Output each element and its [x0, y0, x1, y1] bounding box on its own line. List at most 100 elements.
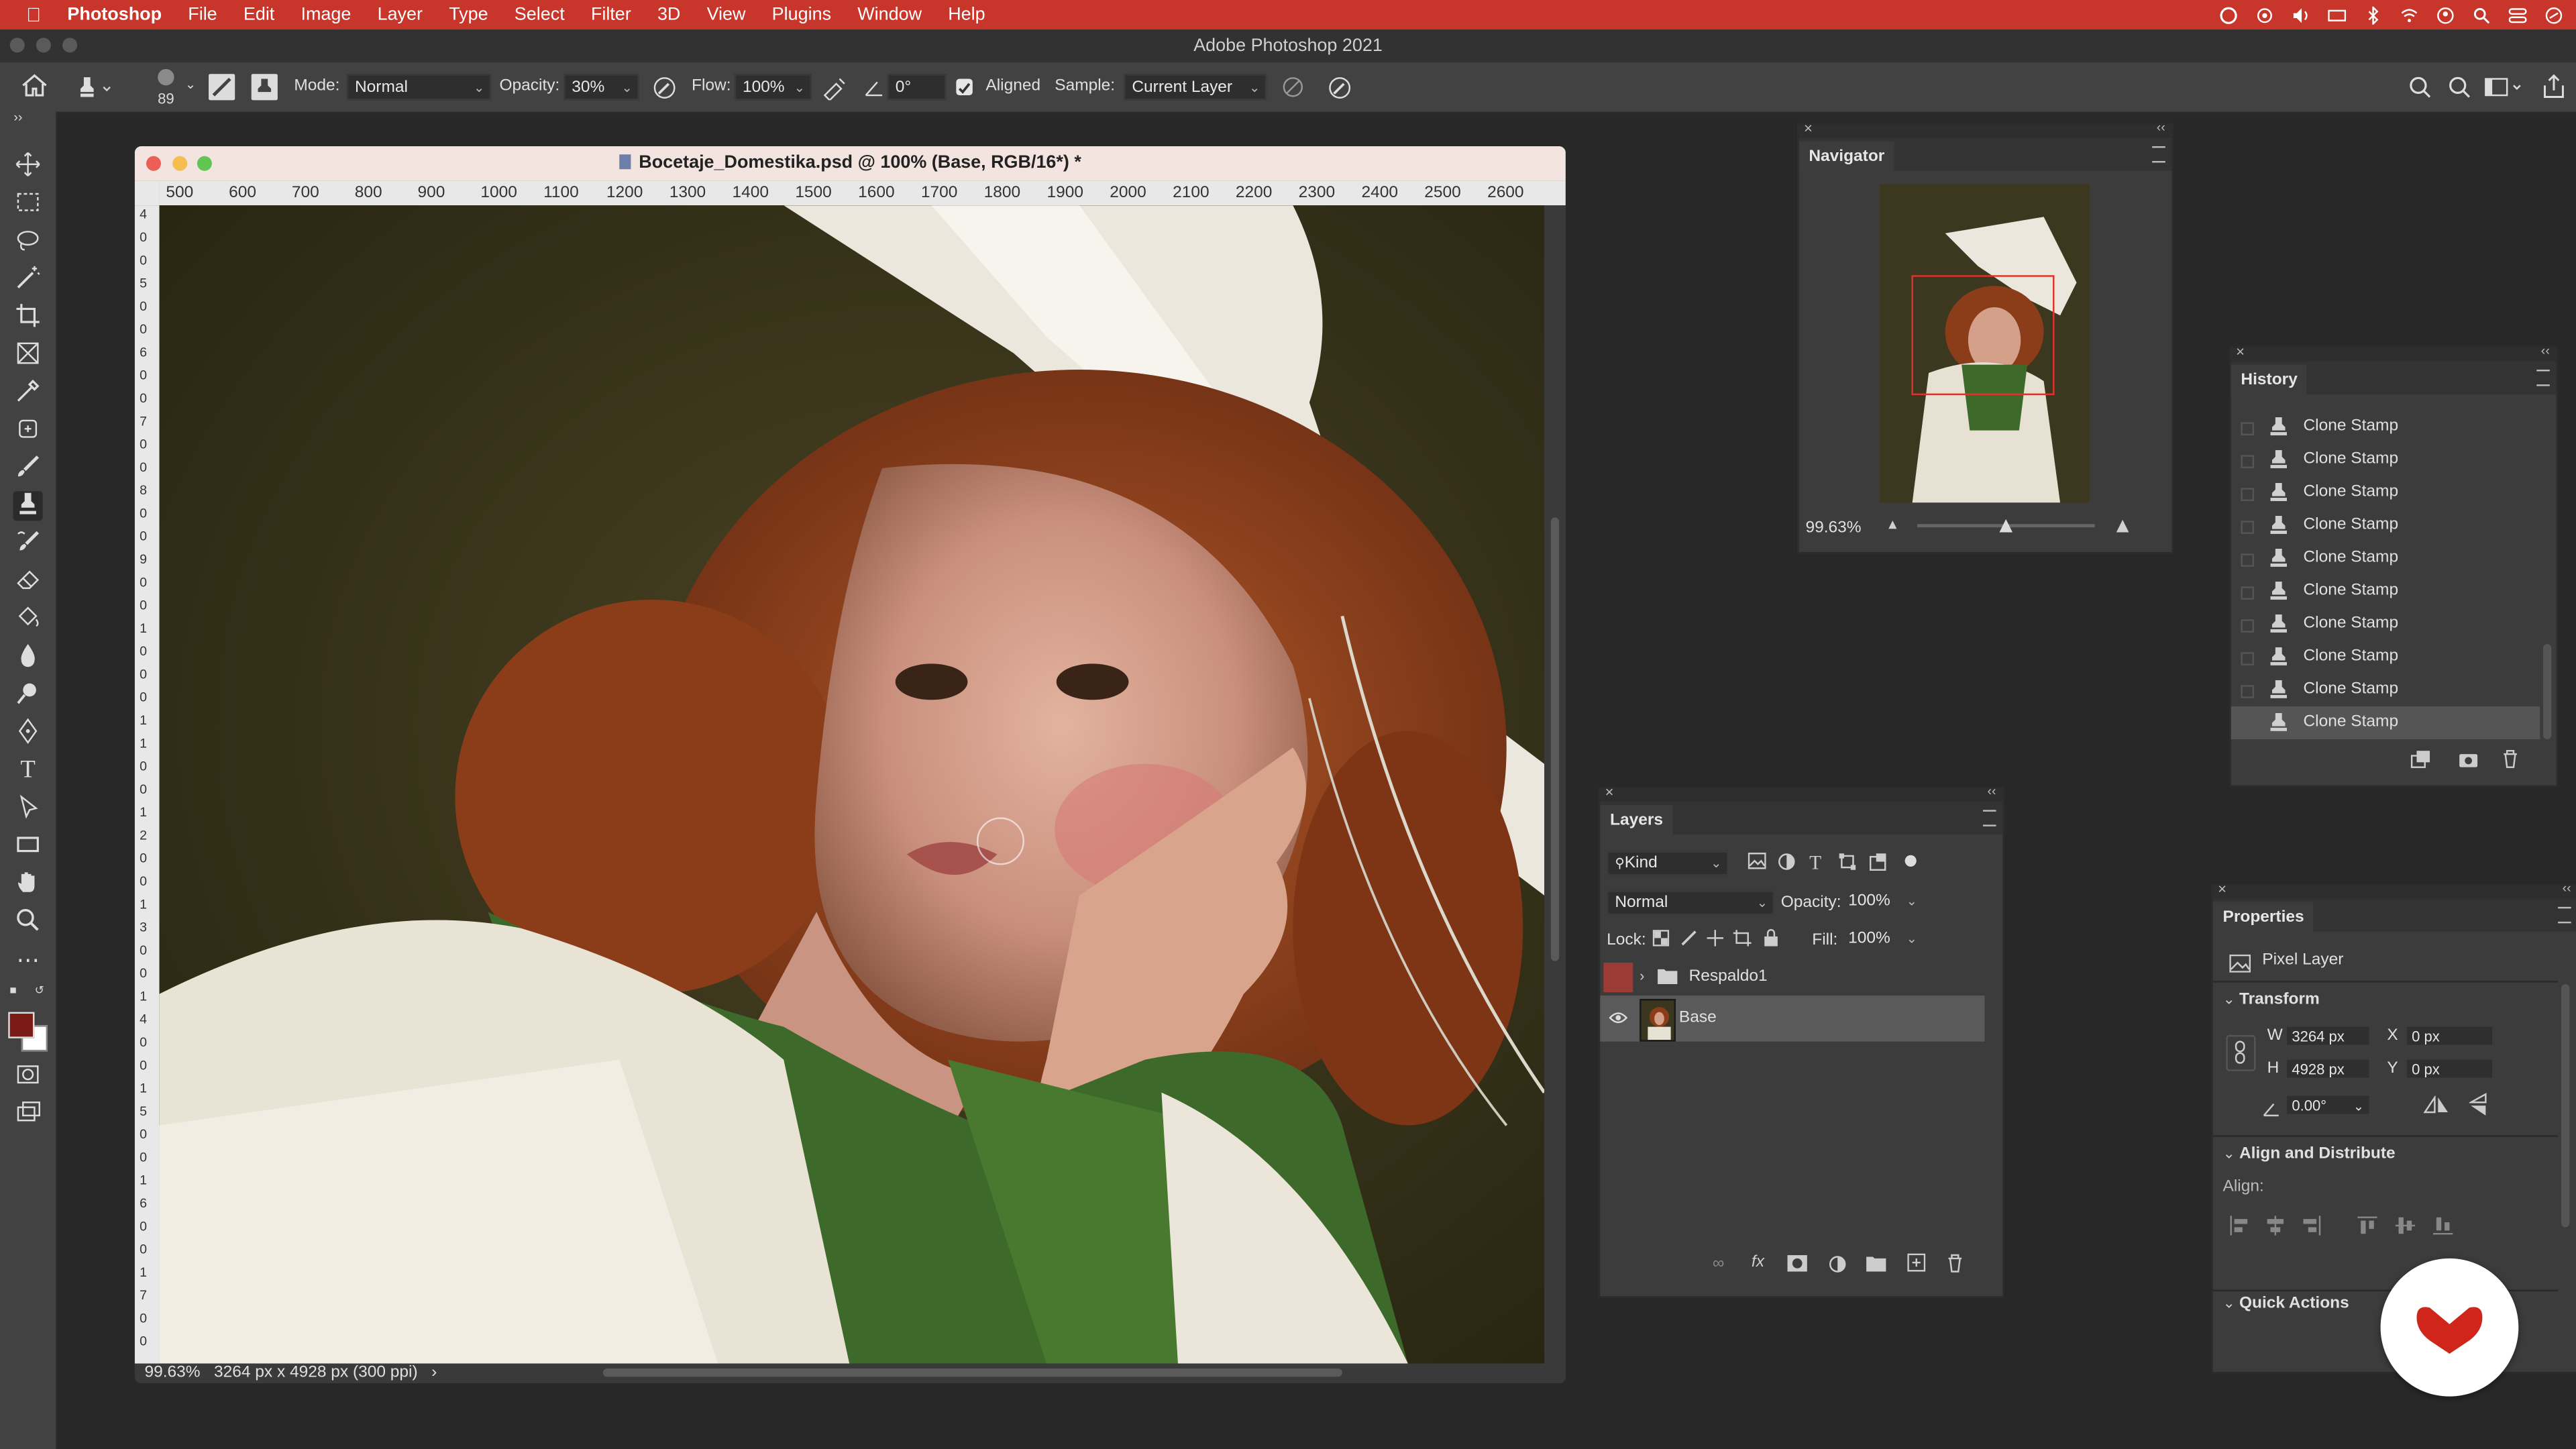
- navigator-zoom-value[interactable]: 99.63%: [1805, 519, 1861, 537]
- lock-artboard-icon[interactable]: [1733, 930, 1752, 951]
- spot-healing-brush-tool-icon[interactable]: [13, 416, 43, 445]
- bluetooth-icon[interactable]: [2364, 4, 2382, 25]
- ignore-adjustment-layers-icon[interactable]: [1280, 76, 1306, 104]
- history-tab[interactable]: History: [2231, 364, 2308, 398]
- menu-type[interactable]: Type: [436, 5, 502, 24]
- delete-layer-icon[interactable]: [1943, 1254, 1966, 1279]
- document-vertical-scrollbar[interactable]: [1544, 205, 1566, 1364]
- layers-tab[interactable]: Layers: [1600, 805, 1673, 838]
- ruler-origin[interactable]: [134, 180, 160, 206]
- path-selection-tool-icon[interactable]: [13, 794, 43, 823]
- toolbox-collapse-icon[interactable]: ››: [3, 110, 33, 126]
- blur-tool-icon[interactable]: [13, 643, 43, 672]
- move-tool-icon[interactable]: [13, 151, 43, 180]
- layer-fill-field[interactable]: 100% ⌄: [1841, 928, 1917, 953]
- magic-wand-tool-icon[interactable]: [13, 264, 43, 294]
- crop-tool-icon[interactable]: [13, 303, 43, 332]
- history-close-icon[interactable]: ×: [2236, 343, 2245, 360]
- history-menu-icon[interactable]: [2536, 370, 2550, 386]
- default-colors-icon[interactable]: ■: [7, 985, 20, 999]
- history-scroll-thumb[interactable]: [2543, 644, 2552, 740]
- navigator-menu-icon[interactable]: [2152, 146, 2165, 163]
- airbrush-icon[interactable]: [822, 76, 848, 105]
- history-delete-icon[interactable]: [2499, 749, 2522, 774]
- clone-stamp-tool-preset-icon[interactable]: [76, 74, 112, 100]
- menu-file[interactable]: File: [175, 5, 231, 24]
- properties-tab[interactable]: Properties: [2212, 902, 2314, 935]
- zoom-tool-icon[interactable]: [13, 907, 43, 936]
- quick-actions-header[interactable]: Quick Actions: [2239, 1295, 2349, 1313]
- navigator-close-icon[interactable]: ×: [1804, 120, 1813, 136]
- zoom-in-icon[interactable]: ▲: [2111, 513, 2134, 537]
- layer-name-base[interactable]: Base: [1679, 1009, 1717, 1027]
- navigator-thumbnail[interactable]: [1879, 184, 2090, 503]
- brush-angle-field[interactable]: 0°: [887, 74, 947, 101]
- history-item[interactable]: Clone Stamp: [2231, 641, 2540, 674]
- layer-blend-mode-dropdown[interactable]: Normal ⌄: [1607, 890, 1774, 916]
- pressure-size-icon[interactable]: [1326, 76, 1352, 105]
- document-canvas[interactable]: [159, 205, 1545, 1364]
- doc-minimize-button[interactable]: [172, 156, 188, 171]
- properties-scroll-thumb[interactable]: [2561, 983, 2570, 1228]
- transform-chevron-icon[interactable]: ⌄: [2222, 991, 2235, 1009]
- properties-collapse-icon[interactable]: ‹‹: [2563, 881, 2571, 896]
- history-item[interactable]: Clone Stamp: [2231, 509, 2540, 542]
- new-document-from-state-icon[interactable]: [2408, 749, 2431, 774]
- clone-stamp-tool-icon[interactable]: [13, 491, 43, 521]
- eraser-tool-icon[interactable]: [13, 567, 43, 596]
- align-horizontal-center-icon[interactable]: [2265, 1214, 2285, 1244]
- menu-plugins[interactable]: Plugins: [759, 5, 845, 24]
- layer-visibility-off[interactable]: [1603, 963, 1633, 993]
- history-item[interactable]: Clone Stamp: [2231, 411, 2540, 443]
- edit-toolbar-icon[interactable]: ⋯: [13, 945, 43, 974]
- menu-app-name[interactable]: Photoshop: [54, 5, 175, 24]
- w-field[interactable]: 3264 px: [2285, 1025, 2371, 1047]
- properties-close-icon[interactable]: ×: [2218, 881, 2226, 897]
- brush-preset-dropdown-icon[interactable]: ⌄: [184, 77, 197, 92]
- filter-smart-object-icon[interactable]: [1868, 853, 1888, 875]
- pressure-opacity-icon[interactable]: [651, 76, 677, 105]
- creative-cloud-icon[interactable]: [2220, 6, 2238, 24]
- menu-select[interactable]: Select: [501, 5, 578, 24]
- layer-opacity-field[interactable]: 100% ⌄: [1841, 890, 1917, 915]
- history-source-checkbox[interactable]: [2241, 488, 2255, 501]
- history-item[interactable]: Clone Stamp: [2231, 476, 2540, 509]
- search-icon[interactable]: [2447, 76, 2473, 104]
- history-item[interactable]: Clone Stamp: [2231, 608, 2540, 641]
- layer-visibility-eye-icon[interactable]: [1609, 1010, 1628, 1030]
- align-left-icon[interactable]: [2229, 1214, 2249, 1244]
- brush-settings-panel-icon[interactable]: [209, 74, 235, 101]
- filter-type-icon[interactable]: T: [1805, 851, 1825, 876]
- window-close-button[interactable]: [9, 38, 25, 53]
- brush-tool-icon[interactable]: [13, 453, 43, 483]
- mode-dropdown[interactable]: Normal ⌄: [346, 74, 492, 101]
- frame-tool-icon[interactable]: [13, 340, 43, 370]
- menu-edit[interactable]: Edit: [230, 5, 288, 24]
- layers-close-icon[interactable]: ×: [1605, 784, 1614, 800]
- status-icon[interactable]: [2255, 6, 2273, 24]
- lock-image-pixels-icon[interactable]: [1679, 930, 1697, 951]
- align-vertical-center-icon[interactable]: [2395, 1214, 2416, 1244]
- history-item[interactable]: Clone Stamp: [2231, 575, 2540, 608]
- zoom-out-icon[interactable]: ▴: [1884, 516, 1900, 534]
- user-icon[interactable]: [2436, 6, 2455, 24]
- history-source-checkbox[interactable]: [2241, 586, 2255, 600]
- hand-tool-icon[interactable]: [13, 869, 43, 899]
- menu-layer[interactable]: Layer: [364, 5, 436, 24]
- lock-transparent-pixels-icon[interactable]: [1651, 930, 1669, 951]
- lasso-tool-icon[interactable]: [13, 227, 43, 256]
- history-source-checkbox[interactable]: [2241, 652, 2255, 665]
- filter-shape-icon[interactable]: [1837, 853, 1856, 875]
- history-brush-tool-icon[interactable]: [13, 529, 43, 559]
- vertical-ruler[interactable]: 4 0 0 5 0 0 6 0 0 7 0 0 8 0 0 9 0 0 1 0 0 0 1 1 0 0 1 2 0 0 1 3 0 0 1 4 0 0 1 5…: [134, 205, 160, 1364]
- history-source-checkbox[interactable]: [2241, 619, 2255, 633]
- menu-3d[interactable]: 3D: [644, 5, 694, 24]
- lock-position-icon[interactable]: [1705, 930, 1723, 951]
- keyboard-icon[interactable]: [2328, 6, 2347, 24]
- history-item[interactable]: Clone Stamp: [2231, 674, 2540, 706]
- menu-help[interactable]: Help: [935, 5, 999, 24]
- siri-icon[interactable]: [2545, 6, 2563, 24]
- window-minimize-button[interactable]: [36, 38, 51, 53]
- quick-actions-chevron-icon[interactable]: ⌄: [2222, 1295, 2235, 1313]
- new-layer-icon[interactable]: [1904, 1253, 1927, 1277]
